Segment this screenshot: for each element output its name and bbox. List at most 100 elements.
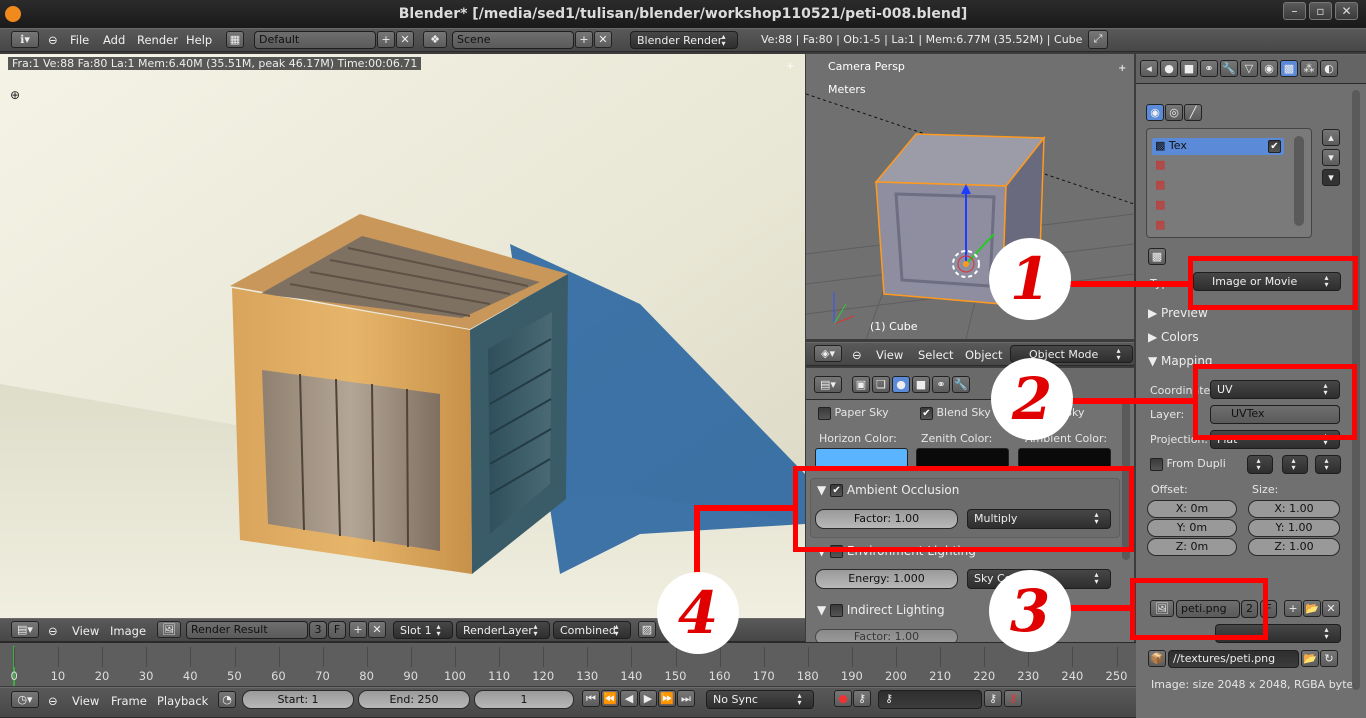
- collapse-menu-icon[interactable]: ⊖: [48, 624, 58, 638]
- insert-keyframe-icon[interactable]: ⚷: [984, 690, 1002, 707]
- menu-add[interactable]: Add: [103, 33, 125, 47]
- close-button[interactable]: ✕: [1335, 2, 1358, 20]
- 3d-viewport[interactable]: [806, 54, 1134, 339]
- reload-image-icon[interactable]: ↻: [1320, 650, 1338, 667]
- texture-slot-2-icon[interactable]: ▩: [1155, 158, 1165, 171]
- blend-sky-checkbox[interactable]: Blend Sky: [920, 406, 991, 420]
- jump-key-forward-icon[interactable]: ⏩: [658, 690, 676, 707]
- fullscreen-icon[interactable]: ⤢: [1088, 30, 1108, 49]
- new-image-icon[interactable]: +: [349, 621, 367, 638]
- collapse-menu-icon[interactable]: ⊖: [48, 33, 58, 47]
- render-engine-select[interactable]: Blender Render: [630, 31, 738, 49]
- editor-type-info-icon[interactable]: ℹ▾: [11, 31, 39, 48]
- texture-slot-1[interactable]: ▩ Tex: [1155, 139, 1187, 152]
- render-layer-select[interactable]: RenderLayer: [456, 621, 550, 639]
- render-slot-select[interactable]: Slot 1: [393, 621, 453, 639]
- move-slot-up-icon[interactable]: ▴: [1322, 129, 1340, 146]
- slot-list-scrollbar[interactable]: [1294, 136, 1304, 226]
- screen-layout-field[interactable]: Default: [254, 31, 376, 49]
- jump-key-back-icon[interactable]: ⏪: [601, 690, 619, 707]
- move-slot-down-icon[interactable]: ▾: [1322, 149, 1340, 166]
- open-image-icon[interactable]: 📂: [1303, 600, 1321, 617]
- menu-render[interactable]: Render: [137, 33, 178, 47]
- render-result-view[interactable]: [0, 54, 805, 618]
- maximize-button[interactable]: ▫: [1309, 2, 1332, 20]
- keying-icon[interactable]: ⚷: [853, 690, 871, 707]
- texture-slot-3-icon[interactable]: ▩: [1155, 178, 1165, 191]
- physics-tab-icon[interactable]: ◐: [1320, 60, 1338, 77]
- indirect-lighting-panel-header[interactable]: ▼ Indirect Lighting: [817, 603, 945, 617]
- image-filepath-field[interactable]: //textures/peti.png: [1168, 650, 1299, 668]
- image-menu-view[interactable]: View: [72, 624, 99, 638]
- sync-mode-select[interactable]: No Sync: [706, 690, 814, 709]
- remove-scene-icon[interactable]: ✕: [594, 31, 612, 48]
- ambient-color-swatch[interactable]: [1018, 448, 1111, 468]
- offset-x-field[interactable]: X: 0m: [1147, 500, 1237, 518]
- alpha-display-icon[interactable]: ▨: [638, 621, 656, 638]
- preview-range-icon[interactable]: ◔: [218, 691, 236, 708]
- scene-field[interactable]: Scene: [452, 31, 574, 49]
- paper-sky-check-icon[interactable]: [818, 406, 831, 420]
- texture-browse-icon[interactable]: ▩: [1148, 248, 1166, 265]
- jump-start-icon[interactable]: ⏮: [582, 690, 600, 707]
- 3d-menu-select[interactable]: Select: [918, 348, 953, 362]
- add-scene-icon[interactable]: +: [575, 31, 593, 48]
- record-icon[interactable]: ●: [834, 690, 852, 707]
- browse-file-icon[interactable]: 📂: [1301, 650, 1319, 667]
- paper-sky-checkbox[interactable]: Paper Sky: [818, 406, 889, 420]
- size-y-field[interactable]: Y: 1.00: [1248, 519, 1340, 537]
- keying-set-field[interactable]: ⚷: [878, 690, 982, 709]
- object-tab-icon[interactable]: ■: [912, 376, 930, 393]
- pack-image-icon[interactable]: 📦: [1148, 650, 1166, 667]
- blend-sky-check-icon[interactable]: [920, 406, 933, 420]
- play-icon[interactable]: ▶: [639, 690, 657, 707]
- new-image-icon[interactable]: +: [1284, 600, 1302, 617]
- timeline-menu-frame[interactable]: Frame: [111, 694, 147, 708]
- world-tab-icon[interactable]: ●: [1160, 60, 1178, 77]
- texture-slot-5-icon[interactable]: ▩: [1155, 218, 1165, 231]
- image-fake-user-button[interactable]: F: [328, 621, 346, 639]
- constraints-tab-icon[interactable]: ⚭: [1200, 60, 1218, 77]
- render-pass-select[interactable]: Combined: [553, 621, 631, 639]
- start-frame-field[interactable]: Start: 1: [242, 690, 354, 709]
- add-screen-icon[interactable]: +: [377, 31, 395, 48]
- unlink-image-icon[interactable]: ✕: [368, 621, 386, 638]
- horizon-color-swatch[interactable]: [815, 448, 908, 468]
- axis-z-mapping-select[interactable]: [1315, 455, 1341, 474]
- play-reverse-icon[interactable]: ◀: [620, 690, 638, 707]
- particles-tab-icon[interactable]: ⁂: [1300, 60, 1318, 77]
- image-menu-image[interactable]: Image: [110, 624, 146, 638]
- scene-icon[interactable]: ❖: [423, 31, 447, 48]
- texture-slot-1-enabled[interactable]: [1268, 140, 1281, 153]
- minimize-button[interactable]: –: [1283, 2, 1306, 20]
- screen-layout-icon[interactable]: ▦: [226, 31, 244, 48]
- material-tab-icon[interactable]: ◉: [1260, 60, 1278, 77]
- size-x-field[interactable]: X: 1.00: [1248, 500, 1340, 518]
- world-tab-icon[interactable]: ●: [892, 376, 910, 393]
- image-name-field[interactable]: Render Result: [186, 621, 308, 639]
- tab-arrow-icon[interactable]: ◂: [1140, 60, 1158, 77]
- offset-y-field[interactable]: Y: 0m: [1147, 519, 1237, 537]
- texture-tab-icon[interactable]: ▩: [1280, 60, 1298, 77]
- size-z-field[interactable]: Z: 1.00: [1248, 538, 1340, 556]
- object-tab-icon[interactable]: ■: [1180, 60, 1198, 77]
- menu-help[interactable]: Help: [186, 33, 212, 47]
- timeline-menu-playback[interactable]: Playback: [157, 694, 208, 708]
- 3d-menu-view[interactable]: View: [876, 348, 903, 362]
- zenith-color-swatch[interactable]: [916, 448, 1009, 468]
- render-tab-icon[interactable]: ▣: [852, 376, 870, 393]
- axis-y-mapping-select[interactable]: [1282, 455, 1308, 474]
- editor-type-image-icon[interactable]: ▤▾: [11, 621, 39, 638]
- from-dupli-check-icon[interactable]: [1150, 457, 1163, 471]
- axis-x-mapping-select[interactable]: [1247, 455, 1273, 474]
- data-tab-icon[interactable]: ▽: [1240, 60, 1258, 77]
- region-plus-icon[interactable]: +: [786, 61, 794, 72]
- constraints-tab-icon[interactable]: ⚭: [932, 376, 950, 393]
- editor-type-timeline-icon[interactable]: ◷▾: [11, 691, 39, 708]
- from-dupli-checkbox[interactable]: From Dupli: [1150, 457, 1226, 471]
- env-energy-field[interactable]: Energy: 1.000: [815, 569, 958, 589]
- delete-keyframe-icon[interactable]: ⚷: [1004, 690, 1022, 707]
- menu-file[interactable]: File: [70, 33, 89, 47]
- slot-specials-icon[interactable]: ▾: [1322, 169, 1340, 186]
- colors-panel-header[interactable]: ▶ Colors: [1148, 330, 1199, 344]
